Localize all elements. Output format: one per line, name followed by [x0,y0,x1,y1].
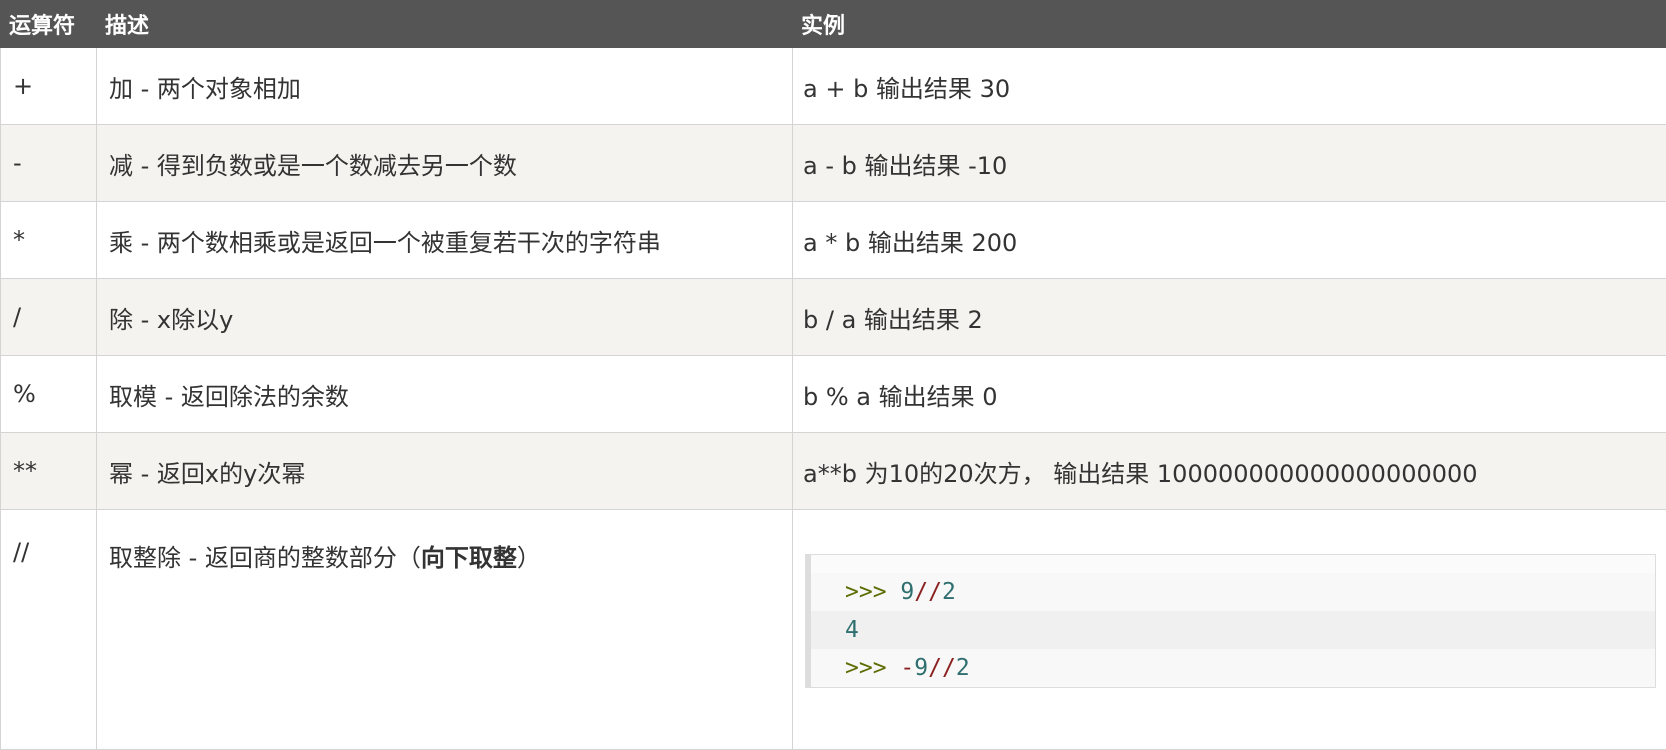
code-prompt: >>> [845,655,887,681]
description-cell: 除 - x除以y [97,279,793,356]
code-operator: // [914,579,942,605]
table-row: + 加 - 两个对象相加 a + b 输出结果 30 [1,48,1666,125]
code-output: 4 [845,617,859,643]
description-cell: 取模 - 返回除法的余数 [97,356,793,433]
code-number: 2 [956,655,970,681]
header-example: 实例 [793,1,1666,48]
table-header: 运算符 描述 实例 [1,1,1666,48]
example-cell: b / a 输出结果 2 [793,279,1666,356]
operator-cell: // [1,510,97,750]
operator-cell: % [1,356,97,433]
description-cell: 取整除 - 返回商的整数部分（向下取整） [97,510,793,750]
operators-table: 运算符 描述 实例 + 加 - 两个对象相加 a + b 输出结果 30 - 减… [0,0,1666,750]
operator-cell: - [1,125,97,202]
table-row: * 乘 - 两个数相乘或是返回一个被重复若干次的字符串 a * b 输出结果 2… [1,202,1666,279]
code-minus: - [900,655,914,681]
operator-cell: / [1,279,97,356]
example-cell: a * b 输出结果 200 [793,202,1666,279]
code-operator: // [928,655,956,681]
description-cell: 减 - 得到负数或是一个数减去另一个数 [97,125,793,202]
code-line: 4 [811,611,1655,649]
code-line: >>> -9//2 [811,649,1655,687]
description-cell: 乘 - 两个数相乘或是返回一个被重复若干次的字符串 [97,202,793,279]
code-prompt: >>> [845,579,887,605]
operator-cell: * [1,202,97,279]
code-number: 9 [914,655,928,681]
code-number: 9 [900,579,914,605]
table-row: / 除 - x除以y b / a 输出结果 2 [1,279,1666,356]
table-row: // 取整除 - 返回商的整数部分（向下取整） >>> 9//2 4 >>> -… [1,510,1666,750]
example-cell: a + b 输出结果 30 [793,48,1666,125]
description-cell: 幂 - 返回x的y次幂 [97,433,793,510]
example-cell: >>> 9//2 4 >>> -9//2 [793,510,1666,750]
table-row: % 取模 - 返回除法的余数 b % a 输出结果 0 [1,356,1666,433]
example-cell: b % a 输出结果 0 [793,356,1666,433]
operator-cell: + [1,48,97,125]
code-block: >>> 9//2 4 >>> -9//2 [805,554,1656,688]
code-line: >>> 9//2 [811,573,1655,611]
description-text-suffix: ） [517,544,541,572]
operator-cell: ** [1,433,97,510]
description-bold-text: 向下取整 [421,544,517,572]
description-text: 取整除 - 返回商的整数部分（ [109,544,421,572]
code-number: 2 [942,579,956,605]
example-cell: a - b 输出结果 -10 [793,125,1666,202]
table-row: ** 幂 - 返回x的y次幂 a**b 为10的20次方， 输出结果 10000… [1,433,1666,510]
example-cell: a**b 为10的20次方， 输出结果 10000000000000000000… [793,433,1666,510]
header-operator: 运算符 [1,1,97,48]
description-cell: 加 - 两个对象相加 [97,48,793,125]
table-row: - 减 - 得到负数或是一个数减去另一个数 a - b 输出结果 -10 [1,125,1666,202]
header-description: 描述 [97,1,793,48]
